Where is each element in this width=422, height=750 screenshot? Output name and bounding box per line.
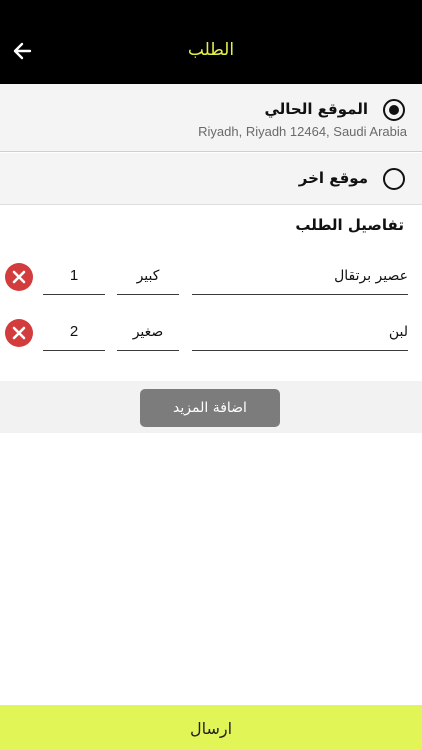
remove-item-button[interactable] [5,319,33,347]
quantity-field[interactable]: 2 [43,314,105,351]
item-name-field[interactable]: عصير برتقال [192,258,408,295]
remove-item-button[interactable] [5,263,33,291]
submit-button[interactable]: ارسال [0,705,422,750]
close-icon [12,326,26,340]
other-location-label: موقع اخر [298,169,368,187]
add-more-button[interactable]: اضافة المزيد [140,389,280,427]
add-more-section: اضافة المزيد [0,381,422,433]
current-location-label: الموقع الحالي [264,100,368,118]
size-field[interactable]: صغير [117,314,179,351]
close-icon [12,270,26,284]
other-location-option[interactable]: موقع اخر [0,153,422,205]
order-item-row: 1 كبير عصير برتقال [0,258,422,298]
current-location-address: Riyadh, Riyadh 12464, Saudi Arabia [198,124,407,139]
item-name-field[interactable]: لبن [192,314,408,351]
quantity-field[interactable]: 1 [43,258,105,295]
current-location-option[interactable]: الموقع الحالي Riyadh, Riyadh 12464, Saud… [0,84,422,152]
order-item-row: 2 صغير لبن [0,314,422,354]
radio-current-location[interactable] [383,99,405,121]
size-field[interactable]: كبير [117,258,179,295]
order-details-title: تفاصيل الطلب [295,216,404,234]
radio-other-location[interactable] [383,168,405,190]
top-bar: الطلب [0,0,422,84]
page-title: الطلب [187,40,235,60]
